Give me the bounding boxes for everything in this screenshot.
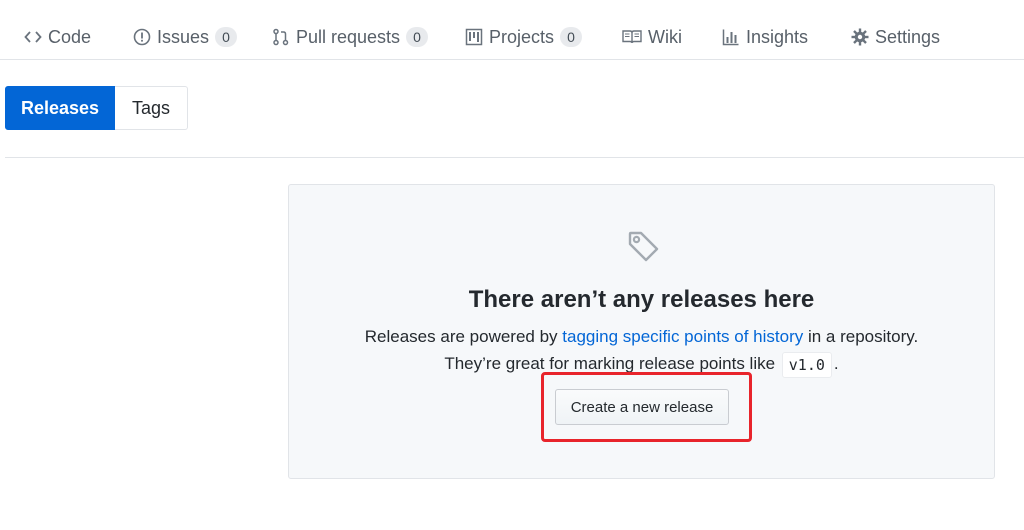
code-icon: [24, 28, 42, 46]
tab-insights[interactable]: Insights: [722, 22, 808, 52]
blankslate-line-1: Releases are powered by tagging specific…: [289, 323, 994, 350]
tab-settings-label: Settings: [875, 26, 941, 47]
issues-counter: 0: [215, 27, 238, 47]
book-icon: [622, 28, 642, 46]
subnav-releases[interactable]: Releases: [5, 86, 115, 130]
tag-icon: [626, 229, 662, 265]
tab-insights-label: Insights: [746, 26, 809, 47]
tab-issues-label: Issues: [157, 26, 210, 47]
pull-requests-counter: 0: [406, 27, 429, 47]
create-new-release-button[interactable]: Create a new release: [555, 389, 729, 425]
tab-pull-requests[interactable]: Pull requests 0: [272, 22, 429, 52]
line2-text-before: They’re great for marking release points…: [444, 354, 780, 373]
tab-issues[interactable]: Issues 0: [133, 22, 238, 52]
version-code: v1.0: [781, 351, 832, 378]
repo-nav-tabs: Code Issues 0 Pull requests 0 Projects 0…: [0, 0, 1024, 60]
tab-projects[interactable]: Projects 0: [465, 22, 583, 52]
gear-icon: [851, 28, 869, 46]
issue-opened-icon: [133, 28, 151, 46]
header-divider: [5, 157, 1024, 158]
projects-counter: 0: [560, 27, 583, 47]
line1-text-after: in a repository.: [803, 327, 919, 346]
subnav-tags[interactable]: Tags: [115, 86, 188, 130]
line1-text-before: Releases are powered by: [364, 327, 563, 346]
tab-wiki[interactable]: Wiki: [622, 22, 682, 52]
tab-code[interactable]: Code: [24, 22, 91, 52]
tab-settings[interactable]: Settings: [851, 22, 940, 52]
tab-code-label: Code: [48, 26, 92, 47]
blankslate-line-2: They’re great for marking release points…: [289, 350, 994, 378]
line2-text-after: .: [833, 354, 839, 373]
git-pull-request-icon: [272, 28, 290, 46]
releases-subnav: Releases Tags: [5, 86, 188, 130]
graph-icon: [722, 28, 740, 46]
tab-projects-label: Projects: [489, 26, 555, 47]
blankslate-description: Releases are powered by tagging specific…: [289, 323, 994, 378]
blankslate-title: There aren’t any releases here: [468, 286, 815, 313]
releases-blankslate: There aren’t any releases here Releases …: [288, 184, 995, 479]
tab-wiki-label: Wiki: [648, 26, 682, 47]
tagging-docs-link[interactable]: tagging specific points of history: [562, 327, 803, 346]
project-icon: [465, 28, 483, 46]
tab-pull-requests-label: Pull requests: [296, 26, 401, 47]
